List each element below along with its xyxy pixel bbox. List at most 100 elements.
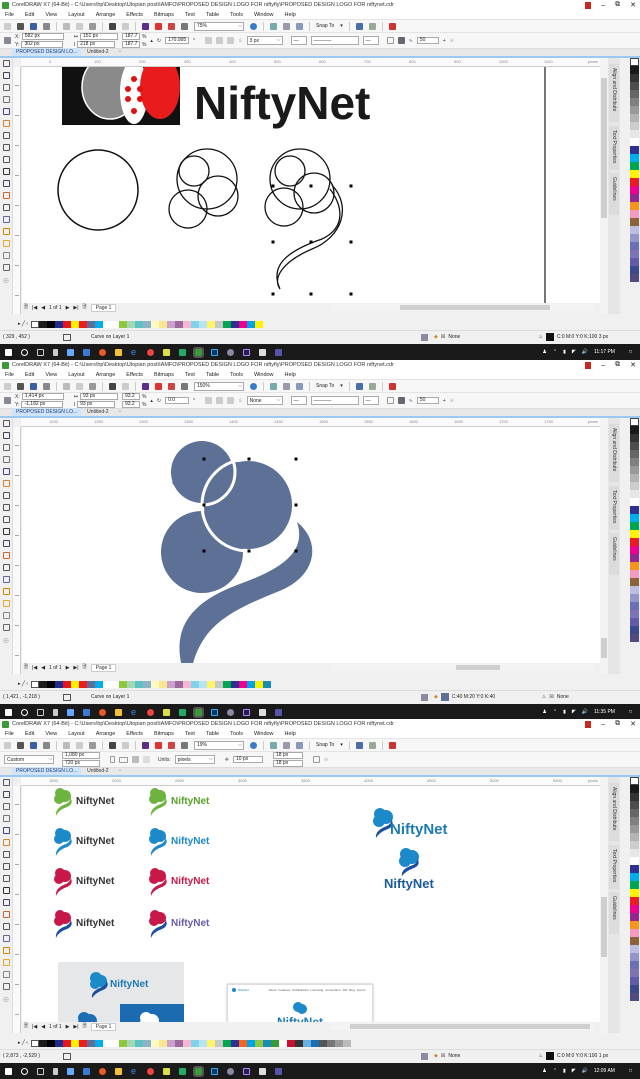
- document-palette-swatch[interactable]: [214, 1039, 223, 1047]
- tray-expand-icon[interactable]: ⌃: [553, 1068, 557, 1074]
- battery-icon[interactable]: ▮: [563, 349, 566, 355]
- ellipse-tool-icon[interactable]: [2, 504, 10, 511]
- document-palette-swatch[interactable]: [54, 1039, 63, 1047]
- palette-swatch[interactable]: [630, 961, 639, 969]
- rotation-angle-input[interactable]: 170.995: [165, 37, 190, 44]
- smart-fill-tool-icon[interactable]: [2, 971, 10, 978]
- document-palette-swatch[interactable]: [246, 1039, 255, 1047]
- palette-swatch[interactable]: [630, 170, 639, 178]
- document-palette-swatch[interactable]: [118, 1039, 127, 1047]
- vertical-scrollbar[interactable]: [600, 58, 608, 314]
- mirror-horizontal-icon[interactable]: [205, 37, 213, 44]
- palette-swatch[interactable]: [630, 474, 639, 482]
- selection-handle[interactable]: [202, 503, 206, 507]
- rotation-angle-input[interactable]: 0.0: [165, 397, 190, 404]
- open-icon[interactable]: [17, 741, 24, 749]
- palette-swatch[interactable]: [630, 466, 639, 474]
- status-play-icon[interactable]: [63, 693, 71, 701]
- palette-flyout-icon[interactable]: ▸ ╱ ‹: [18, 681, 28, 687]
- paste-icon[interactable]: [89, 741, 96, 749]
- document-palette-swatch[interactable]: [62, 1039, 71, 1047]
- palette-swatch[interactable]: [630, 785, 639, 793]
- document-palette-swatch[interactable]: [174, 1039, 183, 1047]
- palette-swatch[interactable]: [630, 993, 639, 1001]
- palette-swatch[interactable]: [630, 434, 639, 442]
- menu-help[interactable]: Help: [285, 12, 296, 18]
- document-palette-swatch[interactable]: [78, 1039, 87, 1047]
- palette-swatch[interactable]: [630, 82, 639, 90]
- outline-swatch[interactable]: [545, 333, 554, 341]
- document-palette-swatch[interactable]: [102, 1039, 111, 1047]
- status-play-icon[interactable]: [63, 1052, 71, 1060]
- pick-tool-icon[interactable]: [2, 420, 10, 427]
- palette-swatch[interactable]: [630, 921, 639, 929]
- rectangle-tool-icon[interactable]: [2, 851, 10, 858]
- palette-swatch[interactable]: [630, 985, 639, 993]
- export-icon[interactable]: [168, 741, 175, 749]
- document-palette-swatch[interactable]: [246, 680, 255, 688]
- people-icon[interactable]: ♟: [542, 349, 546, 355]
- menu-table[interactable]: Table: [206, 372, 219, 378]
- document-palette-swatch[interactable]: [150, 680, 159, 688]
- logo-horizontal-large[interactable]: NiftyNet: [372, 806, 448, 838]
- artistic-media-tool-icon[interactable]: [2, 120, 10, 127]
- volume-icon[interactable]: 🔊: [582, 709, 588, 715]
- palette-swatch[interactable]: [630, 258, 639, 266]
- palette-swatch[interactable]: [630, 202, 639, 210]
- palette-swatch[interactable]: [630, 929, 639, 937]
- palette-swatch[interactable]: [630, 146, 639, 154]
- snap-to-menu[interactable]: Snap To: [316, 383, 334, 389]
- edge-browser-icon[interactable]: e: [131, 347, 138, 356]
- save-icon[interactable]: [30, 22, 37, 30]
- crop-tool-icon[interactable]: [2, 444, 10, 451]
- welcome-screen-icon[interactable]: [388, 741, 396, 749]
- vertical-ruler[interactable]: [13, 786, 21, 1033]
- menu-window[interactable]: Window: [254, 731, 274, 737]
- palette-swatch[interactable]: [630, 250, 639, 258]
- transparency-tool-icon[interactable]: [2, 935, 10, 942]
- document-palette-swatch[interactable]: [182, 680, 191, 688]
- document-palette-swatch[interactable]: [54, 680, 63, 688]
- palette-swatch[interactable]: [630, 90, 639, 98]
- document-palette-swatch[interactable]: [62, 680, 71, 688]
- outline-width-select[interactable]: 3 px ⌵: [246, 36, 283, 45]
- current-page-icon[interactable]: [143, 756, 150, 763]
- menu-tools[interactable]: Tools: [230, 372, 243, 378]
- width-input[interactable]: 93 px: [79, 393, 118, 400]
- notification-flag-icon[interactable]: [585, 720, 592, 728]
- import-icon[interactable]: [155, 741, 162, 749]
- quick-customize-icon[interactable]: ⊕: [450, 38, 454, 44]
- quick-customize-icon[interactable]: ⊕: [324, 757, 328, 763]
- parallel-dimension-tool-icon[interactable]: [2, 540, 10, 547]
- palette-swatch[interactable]: [630, 226, 639, 234]
- pick-tool-icon[interactable]: [2, 60, 10, 67]
- document-palette-swatch[interactable]: [222, 320, 231, 328]
- document-palette-swatch[interactable]: [174, 680, 183, 688]
- outline-swatch[interactable]: [545, 1052, 554, 1060]
- save-icon[interactable]: [30, 382, 37, 390]
- palette-swatch[interactable]: [630, 793, 639, 801]
- docker-tab-guidelines[interactable]: Guidelines: [609, 533, 619, 575]
- new-document-icon[interactable]: [4, 382, 11, 390]
- paste-icon[interactable]: [89, 22, 96, 30]
- transparency-tool-icon[interactable]: [2, 576, 10, 583]
- horizontal-ruler[interactable]: pixels 0 100 200 300 400 500 600 700 800 900 1000 11…: [21, 58, 600, 67]
- smoothing-input[interactable]: 50: [416, 37, 439, 44]
- palette-swatch[interactable]: [630, 74, 639, 82]
- text-wrap-icon[interactable]: [386, 397, 394, 404]
- palette-swatch[interactable]: [630, 130, 639, 138]
- document-palette-swatch[interactable]: [238, 680, 247, 688]
- document-palette-swatch[interactable]: [230, 680, 239, 688]
- menu-edit[interactable]: Edit: [25, 731, 34, 737]
- convert-to-curves-icon[interactable]: [227, 37, 235, 44]
- task-view-icon[interactable]: [37, 1067, 44, 1075]
- show-guidelines-icon[interactable]: [296, 741, 303, 749]
- add-page-end-icon[interactable]: 🗎: [83, 304, 87, 312]
- menu-layout[interactable]: Layout: [68, 12, 85, 18]
- text-tool-icon[interactable]: [2, 528, 10, 535]
- palette-swatch[interactable]: [630, 266, 639, 274]
- taskbar-app-globe-icon[interactable]: [227, 1067, 234, 1075]
- docker-tab-align-and-distribute[interactable]: Align and Distribute: [609, 64, 619, 122]
- convert-to-curves-icon[interactable]: [227, 397, 235, 404]
- after-effects-icon[interactable]: [243, 1067, 250, 1075]
